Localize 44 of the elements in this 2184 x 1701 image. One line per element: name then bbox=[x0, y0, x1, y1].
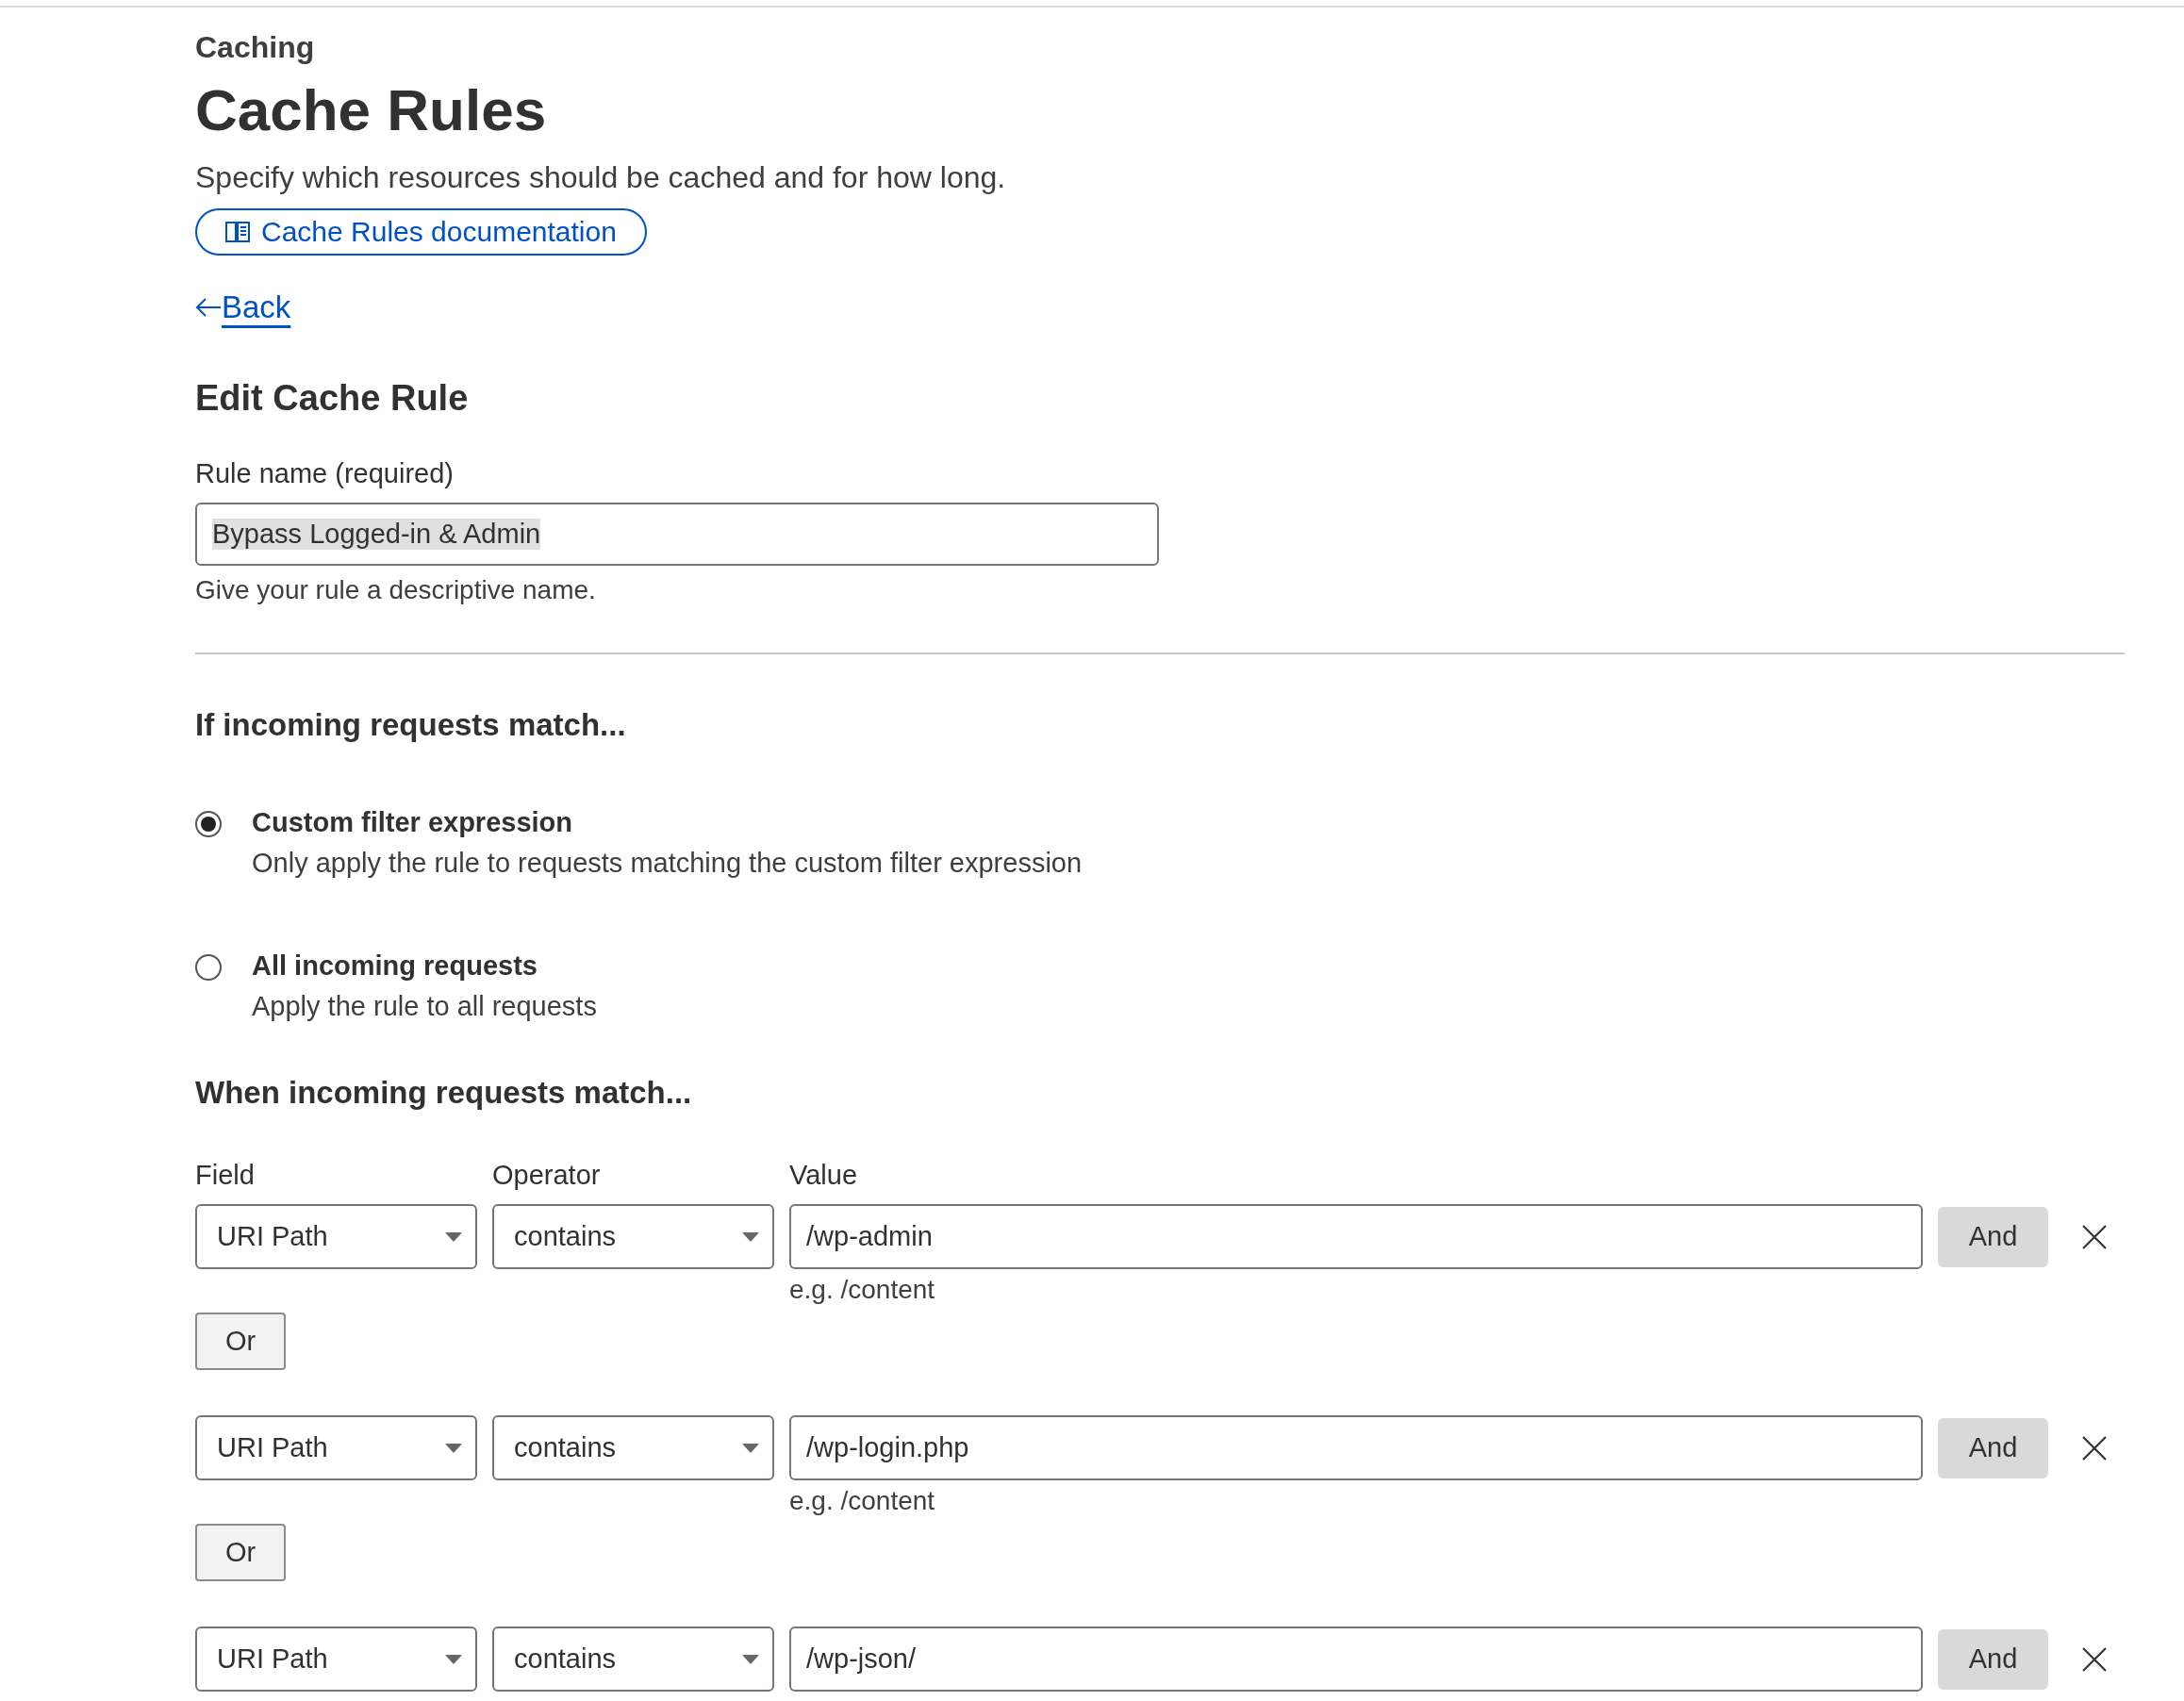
book-icon bbox=[225, 221, 250, 243]
operator-select[interactable]: contains bbox=[492, 1415, 774, 1480]
field-select[interactable]: URI Path bbox=[195, 1627, 477, 1692]
value-hint: e.g. /content bbox=[789, 1275, 936, 1305]
value-field[interactable]: /wp-admin bbox=[789, 1204, 1923, 1269]
column-label: Field bbox=[195, 1160, 256, 1191]
page-title: Cache Rules bbox=[195, 76, 548, 143]
option-description: Apply the rule to all requests bbox=[252, 991, 597, 1022]
option-title: Custom filter expression bbox=[252, 807, 574, 838]
option-description: Only apply the rule to requests matching the custom filter expression bbox=[252, 848, 1083, 879]
field-select[interactable]: URI Path bbox=[195, 1415, 477, 1480]
column-label: Operator bbox=[492, 1160, 602, 1191]
caret-icon bbox=[445, 1443, 462, 1453]
caret-icon bbox=[742, 1443, 759, 1453]
radio-button[interactable] bbox=[195, 811, 222, 837]
value-field[interactable]: /wp-json/ bbox=[789, 1627, 1923, 1692]
section-label: Caching bbox=[195, 30, 316, 65]
page-description: Specify which resources should be cached and for how long. bbox=[195, 160, 1007, 195]
field-label: Rule name (required) bbox=[195, 458, 455, 489]
field-hint: Give your rule a descriptive name. bbox=[195, 575, 597, 605]
and-button[interactable]: And bbox=[1938, 1417, 2048, 1478]
caret-icon bbox=[742, 1231, 759, 1242]
option-title: All incoming requests bbox=[252, 950, 538, 982]
and-button[interactable]: And bbox=[1938, 1206, 2048, 1267]
or-button[interactable]: Or bbox=[195, 1313, 286, 1370]
documentation-link[interactable]: Cache Rules documentation bbox=[195, 208, 647, 256]
section-heading: If incoming requests match... bbox=[195, 707, 627, 743]
back-link[interactable]: Back bbox=[195, 289, 291, 325]
caret-icon bbox=[445, 1654, 462, 1664]
value-hint: e.g. /content bbox=[789, 1486, 936, 1516]
operator-select[interactable]: contains bbox=[492, 1204, 774, 1269]
radio-button[interactable] bbox=[195, 954, 222, 981]
field-select[interactable]: URI Path bbox=[195, 1204, 477, 1269]
or-button[interactable]: Or bbox=[195, 1524, 286, 1581]
column-label: Value bbox=[789, 1160, 859, 1191]
value-field[interactable]: /wp-login.php bbox=[789, 1415, 1923, 1480]
back-arrow-icon bbox=[195, 296, 222, 319]
form-heading: Edit Cache Rule bbox=[195, 378, 470, 419]
section-heading: When incoming requests match... bbox=[195, 1075, 693, 1111]
caret-icon bbox=[742, 1654, 759, 1664]
rule-name-field[interactable]: Bypass Logged-in & Admin bbox=[195, 503, 1159, 566]
caret-icon bbox=[445, 1231, 462, 1242]
operator-select[interactable]: contains bbox=[492, 1627, 774, 1692]
and-button[interactable]: And bbox=[1938, 1628, 2048, 1690]
